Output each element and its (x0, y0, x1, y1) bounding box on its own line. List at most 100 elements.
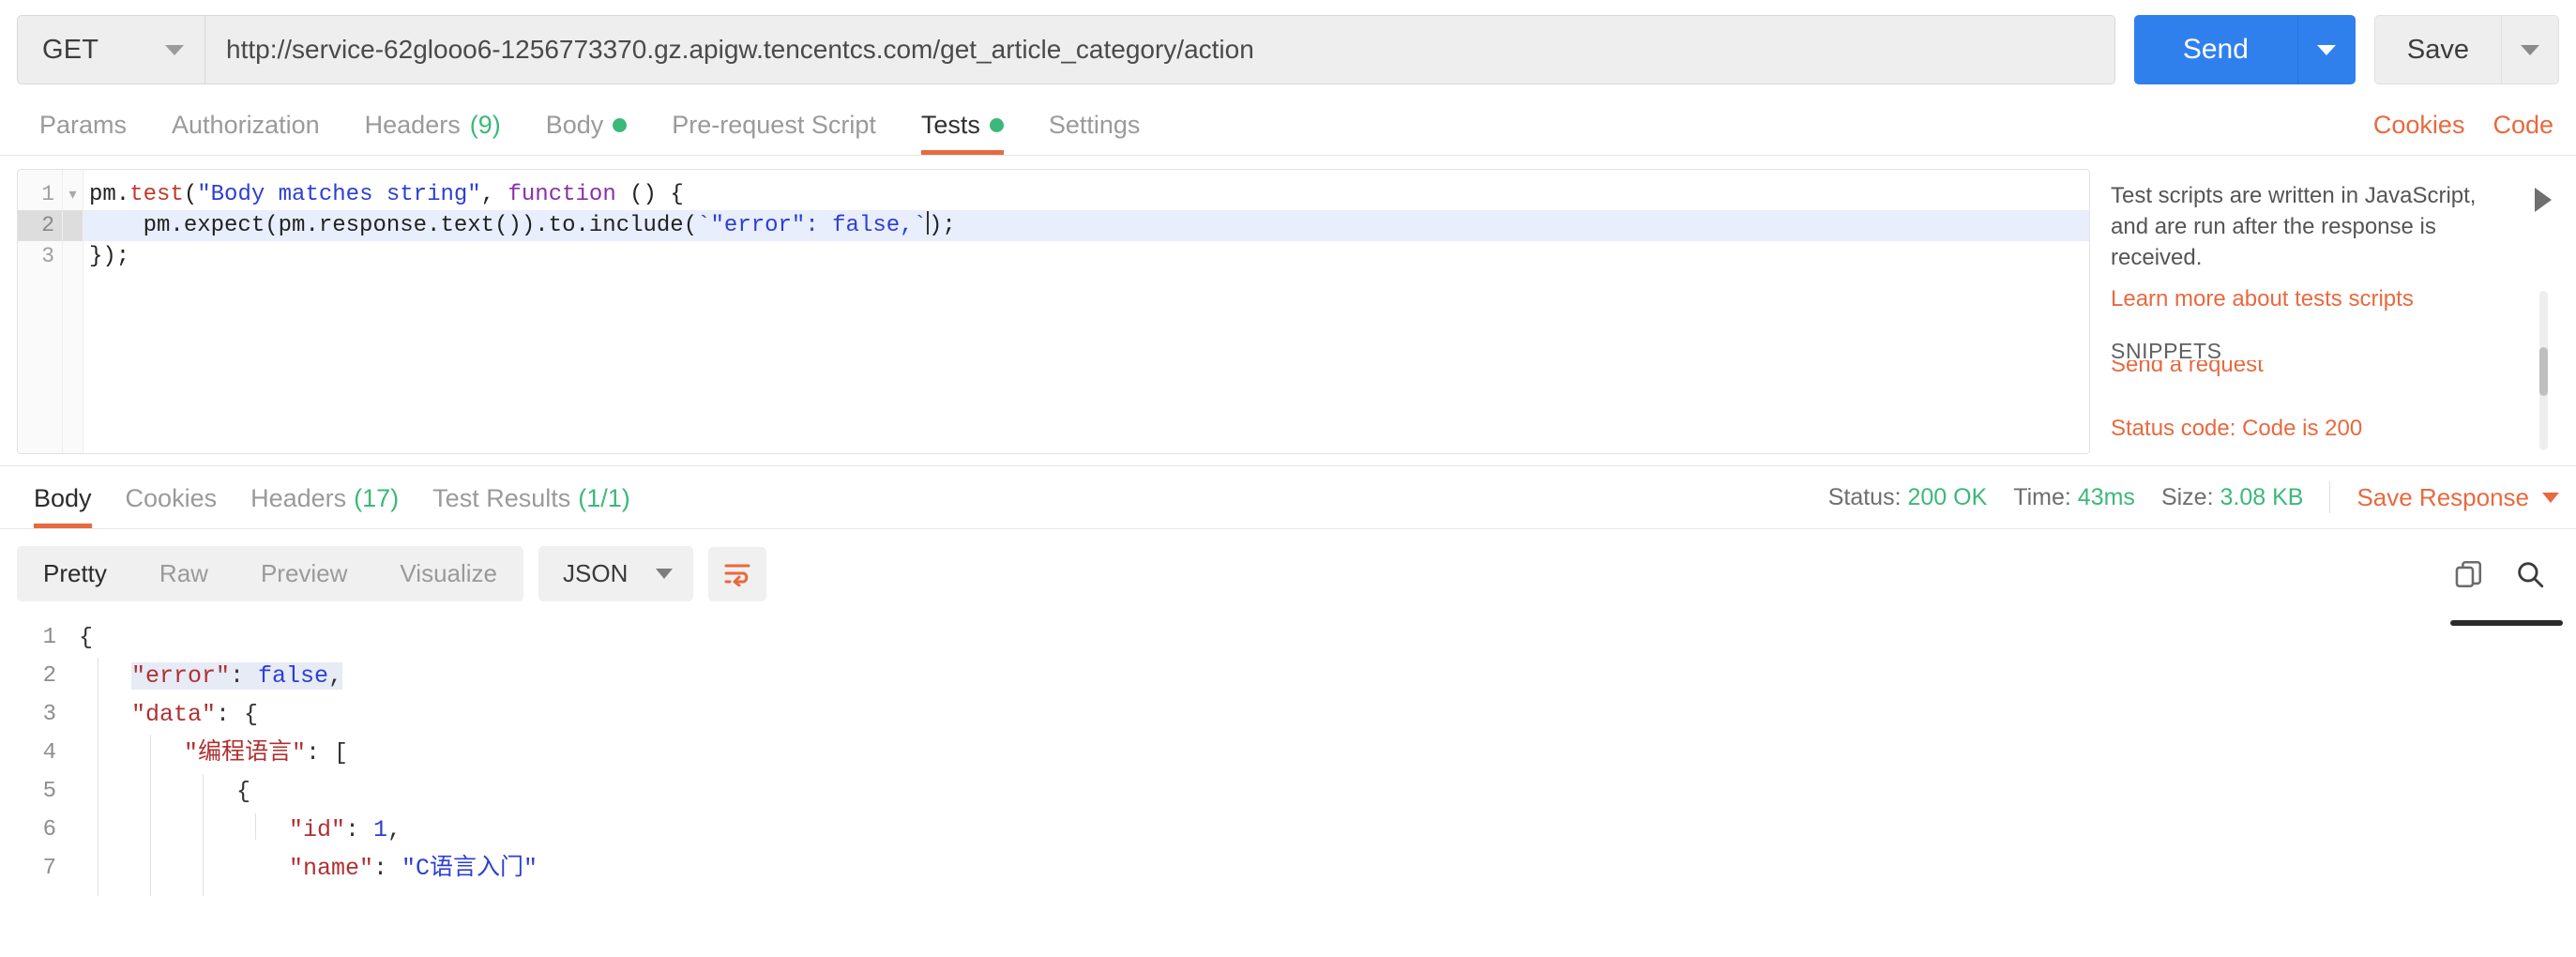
learn-more-link[interactable]: Learn more about tests scripts (2111, 286, 2552, 312)
http-method-select[interactable]: GET (17, 15, 205, 84)
response-tab-test-results[interactable]: Test Results (1/1) (416, 466, 647, 528)
request-tab-bar: Params Authorization Headers (9) Body Pr… (0, 98, 2576, 156)
time-metric: Time: 43ms (2013, 484, 2135, 511)
word-wrap-toggle[interactable] (708, 546, 767, 601)
snippets-list: Send a request Status code: Code is 200 … (2111, 360, 2552, 454)
code-token: }); (89, 244, 130, 269)
script-editor[interactable]: 1 2 3 ▾ pm.test("Body matches string", f… (17, 169, 2090, 454)
send-button-group: Send (2133, 15, 2356, 84)
view-preview[interactable]: Preview (235, 546, 373, 601)
code-token: "C语言入门" (402, 855, 538, 882)
copy-icon (2455, 560, 2482, 587)
code-line: pm.expect(pm.response.text()).to.include… (83, 210, 2089, 241)
word-wrap-icon (724, 564, 750, 586)
tab-params[interactable]: Params (17, 111, 149, 155)
line-number: 1 (41, 182, 54, 206)
code-token-group: "error": false, (131, 662, 343, 690)
tab-count: (1/1) (578, 483, 630, 512)
chevron-down-icon (2521, 44, 2539, 55)
body-format-label: JSON (563, 559, 629, 587)
tab-body[interactable]: Body (523, 111, 650, 155)
editor-line-numbers: 1 2 3 (18, 170, 63, 453)
size-value: 3.08 KB (2220, 483, 2304, 510)
docs-scrollbar[interactable] (2539, 291, 2548, 450)
line-number: 4 (42, 740, 56, 766)
snippet-item[interactable]: Send a request (2111, 360, 2552, 385)
view-visualize[interactable]: Visualize (373, 546, 523, 601)
tests-script-area: 1 2 3 ▾ pm.test("Body matches string", f… (0, 156, 2576, 465)
response-code-line: }, (66, 888, 2576, 896)
save-response-button[interactable]: Save Response (2356, 483, 2559, 512)
tab-count: (9) (469, 111, 501, 139)
save-button[interactable]: Save (2373, 15, 2501, 84)
tab-label: Authorization (172, 111, 320, 139)
code-token: ( (183, 182, 198, 207)
line-number: 2 (42, 663, 56, 689)
fold-arrow-icon[interactable]: ▾ (63, 179, 83, 210)
request-tab-bar-actions: Cookies Code (2373, 111, 2559, 155)
response-code-line: "name": "C语言入门" (66, 849, 2576, 888)
tab-label: Headers (364, 111, 461, 139)
tab-authorization[interactable]: Authorization (149, 111, 342, 155)
send-button[interactable]: Send (2133, 15, 2297, 84)
code-token-group: "id": 1, (289, 816, 402, 843)
url-text: http://service-62glooo6-1256773370.gz.ap… (226, 35, 1254, 64)
response-code-line: "data": { (66, 695, 2576, 734)
view-raw[interactable]: Raw (133, 546, 235, 601)
response-tab-headers[interactable]: Headers (17) (234, 466, 416, 528)
code-token: , (328, 662, 343, 690)
response-scrollbar[interactable] (2450, 620, 2563, 626)
code-token: { (236, 778, 251, 805)
editor-code[interactable]: pm.test("Body matches string", function … (83, 170, 2089, 453)
tab-label: Headers (250, 483, 347, 512)
play-arrow-icon[interactable] (2535, 188, 2552, 212)
url-input[interactable]: http://service-62glooo6-1256773370.gz.ap… (205, 15, 2115, 84)
tab-headers[interactable]: Headers (9) (342, 111, 523, 155)
status-metric: Status: 200 OK (1828, 484, 1988, 511)
response-tab-bar: Body Cookies Headers (17) Test Results (… (0, 465, 2576, 529)
tests-docs-panel: Test scripts are written in JavaScript, … (2090, 169, 2559, 454)
code-token: "编程语言" (184, 739, 307, 767)
save-options-button[interactable] (2501, 15, 2559, 84)
response-code: { "error": false, "data": { "编程语言": [ { "id":… (66, 615, 2576, 896)
line-number: 3 (41, 244, 54, 268)
response-tab-body[interactable]: Body (17, 466, 109, 528)
fold-placeholder (63, 241, 83, 272)
tab-tests[interactable]: Tests (899, 111, 1026, 155)
docs-scrollbar-thumb[interactable] (2539, 347, 2548, 396)
tab-pre-request-script[interactable]: Pre-request Script (649, 111, 899, 155)
chevron-down-icon (2542, 492, 2559, 503)
snippet-item[interactable]: Status code: Code is 200 (2111, 409, 2552, 448)
code-token-group: }, (236, 893, 265, 896)
search-button[interactable] (2514, 558, 2546, 590)
code-token: function (508, 182, 616, 207)
indent-guide (203, 774, 204, 896)
cookies-link[interactable]: Cookies (2373, 111, 2465, 140)
code-token-group: "data": { (131, 701, 258, 728)
response-code-line: { (66, 772, 2576, 811)
code-token: () { (615, 182, 684, 207)
response-line-numbers: 123456789 (17, 615, 66, 896)
line-number: 6 (42, 817, 56, 843)
code-token: "data" (131, 701, 217, 728)
tab-settings[interactable]: Settings (1026, 111, 1163, 155)
body-format-select[interactable]: JSON (538, 546, 694, 601)
code-token: { (79, 624, 94, 651)
http-method-label: GET (42, 34, 99, 65)
send-options-button[interactable] (2296, 15, 2356, 84)
code-link[interactable]: Code (2493, 111, 2553, 140)
tab-count: (17) (354, 483, 400, 512)
response-body-actions (2452, 558, 2559, 590)
status-label: Status: (1827, 483, 1902, 510)
indent-guide (150, 735, 151, 896)
response-tab-cookies[interactable]: Cookies (109, 466, 235, 528)
divider (2329, 481, 2331, 513)
response-code-line: "编程语言": [ (66, 734, 2576, 772)
code-token-group: "name": "C语言入门" (289, 855, 538, 882)
view-pretty[interactable]: Pretty (17, 546, 133, 601)
response-body-viewer[interactable]: 123456789 { "error": false, "data": { "编程语言… (0, 615, 2576, 896)
copy-button[interactable] (2452, 558, 2484, 590)
code-token-group: { (79, 624, 93, 651)
response-code-line: "id": 1, (66, 811, 2576, 849)
line-number: 2 (18, 210, 62, 241)
